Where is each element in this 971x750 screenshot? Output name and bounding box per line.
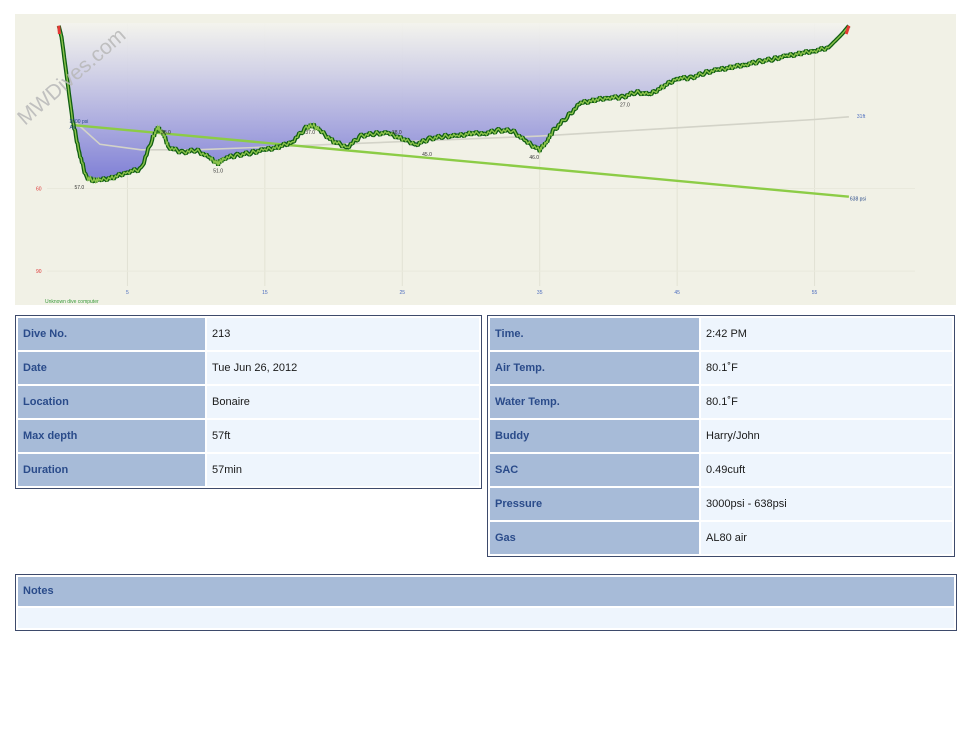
computer-label: Unknown dive computer (45, 299, 99, 305)
dive-profile-chart: 5 15 25 35 45 55 60 90 57.0 38.0 51.0 37.0 38.0 45.0… (15, 14, 956, 305)
notes-panel: Notes (15, 574, 957, 631)
dive-details-left: Dive No. 213 Date Tue Jun 26, 2012 Location B… (15, 315, 482, 489)
detail-row: Location Bonaire (18, 386, 479, 418)
detail-row: Pressure 3000psi - 638psi (490, 488, 952, 520)
x-tick-label: 35 (537, 290, 543, 296)
detail-value: Harry/John (701, 420, 952, 452)
detail-value: 3000psi - 638psi (701, 488, 952, 520)
detail-label: Time. (490, 318, 699, 350)
detail-value: 0.49cuft (701, 454, 952, 486)
detail-value: Bonaire (207, 386, 479, 418)
detail-label: Dive No. (18, 318, 205, 350)
detail-row: Air Temp. 80.1˚F (490, 352, 952, 384)
detail-row: Water Temp. 80.1˚F (490, 386, 952, 418)
notes-label: Notes (18, 577, 954, 606)
depth-marker-label: 45.0 (422, 152, 432, 158)
detail-row: Duration 57min (18, 454, 479, 486)
depth-marker-label: 51.0 (213, 169, 223, 175)
detail-value: 213 (207, 318, 479, 350)
depth-marker-label: 38.0 (392, 130, 402, 136)
detail-value: 57min (207, 454, 479, 486)
y-tick-label: 90 (36, 269, 42, 275)
detail-row: Time. 2:42 PM (490, 318, 952, 350)
detail-label: Pressure (490, 488, 699, 520)
x-tick-label: 55 (812, 290, 818, 296)
depth-marker-label: 57.0 (74, 185, 84, 191)
detail-row: Gas AL80 air (490, 522, 952, 554)
detail-value: Tue Jun 26, 2012 (207, 352, 479, 384)
detail-label: Air Temp. (490, 352, 699, 384)
x-tick-label: 15 (262, 290, 268, 296)
mean-depth-end-label: 31ft (857, 114, 866, 120)
gas-label: Air (69, 125, 75, 131)
notes-value (18, 608, 954, 628)
detail-row: Dive No. 213 (18, 318, 479, 350)
detail-row: Buddy Harry/John (490, 420, 952, 452)
depth-marker-label: 46.0 (529, 155, 539, 161)
detail-label: Duration (18, 454, 205, 486)
depth-marker-label: 38.0 (161, 130, 171, 136)
x-tick-label: 45 (674, 290, 680, 296)
x-tick-label: 5 (126, 290, 129, 296)
detail-label: Buddy (490, 420, 699, 452)
pressure-end-label: 638 psi (850, 197, 866, 203)
depth-marker-label: 37.0 (305, 130, 315, 136)
y-tick-label: 60 (36, 186, 42, 192)
detail-label: Gas (490, 522, 699, 554)
x-tick-label: 25 (400, 290, 406, 296)
detail-label: Date (18, 352, 205, 384)
detail-row: Max depth 57ft (18, 420, 479, 452)
detail-row: Date Tue Jun 26, 2012 (18, 352, 479, 384)
ascent-warning-mark (57, 25, 61, 35)
detail-label: Max depth (18, 420, 205, 452)
detail-row: SAC 0.49cuft (490, 454, 952, 486)
dive-details-right: Time. 2:42 PM Air Temp. 80.1˚F Water Temp. 80… (487, 315, 955, 557)
detail-label: Water Temp. (490, 386, 699, 418)
detail-value: AL80 air (701, 522, 952, 554)
depth-marker-label: 27.0 (620, 102, 630, 108)
detail-value: 80.1˚F (701, 386, 952, 418)
detail-label: SAC (490, 454, 699, 486)
detail-value: 80.1˚F (701, 352, 952, 384)
detail-label: Location (18, 386, 205, 418)
detail-value: 57ft (207, 420, 479, 452)
detail-value: 2:42 PM (701, 318, 952, 350)
